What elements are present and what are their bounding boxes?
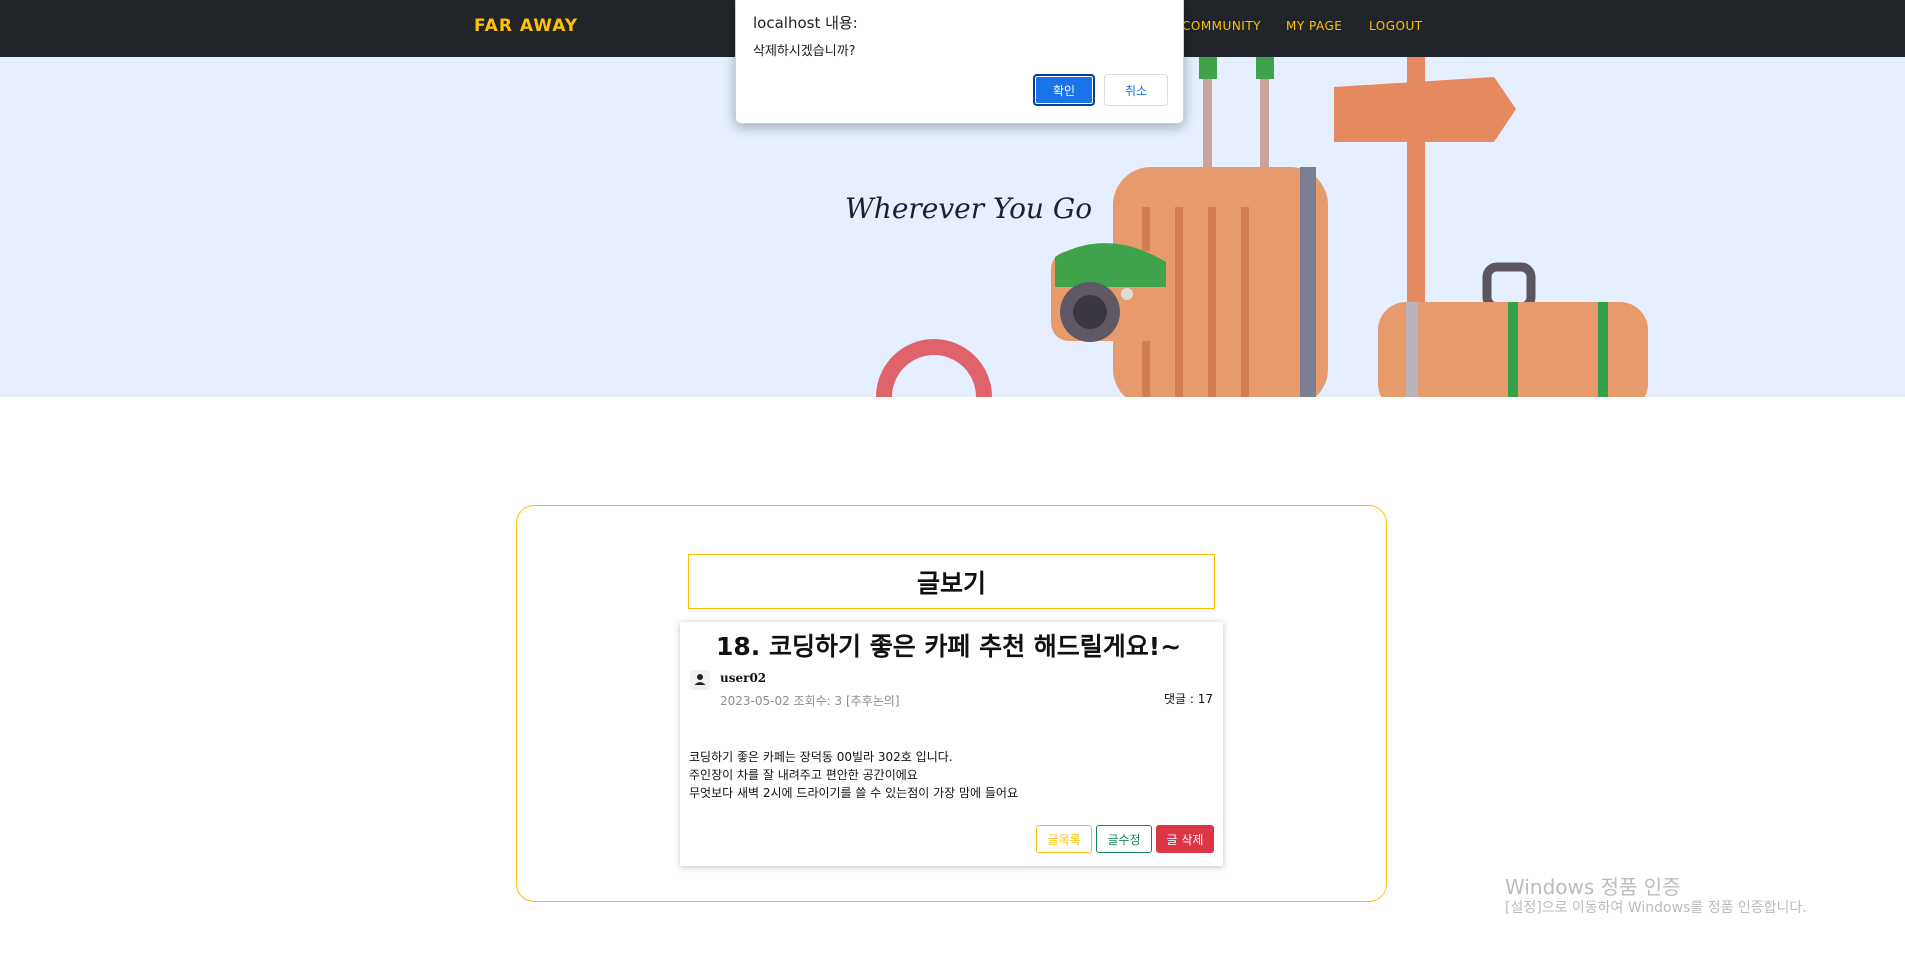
post-body-line: 코딩하기 좋은 카페는 장덕동 00빌라 302호 입니다. — [689, 750, 953, 764]
post-body: 코딩하기 좋은 카페는 장덕동 00빌라 302호 입니다. 주인장이 차를 잘… — [689, 748, 1018, 802]
hero-tagline: Wherever You Go — [845, 192, 1093, 225]
post-card: 18. 코딩하기 좋은 카페 추천 해드릴게요!~ user02 2023-05… — [680, 622, 1223, 866]
windows-activation-text: [설정]으로 이동하여 Windows를 정품 인증합니다. — [1505, 900, 1807, 916]
section-title: 글보기 — [688, 554, 1215, 609]
nav-my-page[interactable]: MY PAGE — [1286, 19, 1342, 33]
dialog-message: 삭제하시겠습니까? — [753, 44, 856, 59]
dialog-ok-button[interactable]: 확인 — [1033, 74, 1095, 106]
comment-count: 댓글 : 17 — [1163, 692, 1213, 706]
nav-community[interactable]: COMMUNITY — [1182, 19, 1261, 33]
post-delete-button[interactable]: 글 삭제 — [1156, 825, 1214, 853]
post-list-button[interactable]: 글목록 — [1036, 825, 1092, 853]
dialog-title: localhost 내용: — [753, 14, 858, 32]
post-body-line: 주인장이 차를 잘 내려주고 편안한 공간이에요 — [689, 768, 918, 782]
windows-activation-title: Windows 정품 인증 — [1505, 875, 1681, 899]
post-title: 18. 코딩하기 좋은 카페 추천 해드릴게요!~ — [716, 632, 1182, 661]
post-body-line: 무엇보다 새벽 2시에 드라이기를 쓸 수 있는점이 가장 맘에 들어요 — [689, 786, 1019, 800]
post-edit-button[interactable]: 글수정 — [1096, 825, 1152, 853]
dialog-cancel-button[interactable]: 취소 — [1104, 74, 1168, 106]
post-author: user02 — [720, 671, 767, 685]
nav-logout[interactable]: LOGOUT — [1369, 19, 1423, 33]
post-meta: 2023-05-02 조회수: 3 [추후논의] — [720, 694, 900, 708]
confirm-dialog: localhost 내용: 삭제하시겠습니까? 확인 취소 — [735, 0, 1184, 124]
brand-logo[interactable]: FAR AWAY — [474, 16, 578, 36]
user-icon — [690, 670, 710, 690]
